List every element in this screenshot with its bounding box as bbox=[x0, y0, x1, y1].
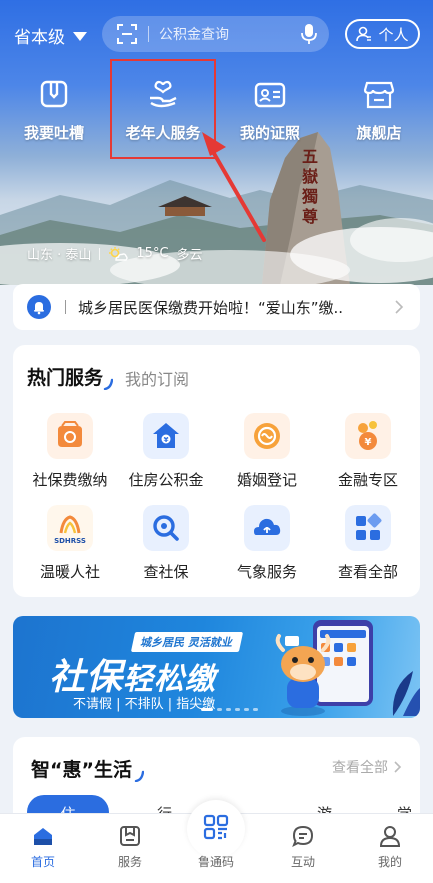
tab-label: 首页 bbox=[30, 855, 55, 869]
hero-banner: 五 嶽 獨 尊 省本级 公积金查询 个人 我要吐槽 老年人服务 我的证照 旗舰店… bbox=[0, 0, 433, 285]
swoosh-accent-icon bbox=[103, 378, 114, 390]
svg-text:¥: ¥ bbox=[164, 436, 169, 444]
service-label: 温暖人社 bbox=[39, 563, 100, 581]
svg-text:¥: ¥ bbox=[365, 437, 372, 448]
bottom-tab-bar: 首页 服务 鲁通码 互动 我的 bbox=[0, 800, 433, 883]
chevron-right-icon[interactable] bbox=[394, 300, 404, 314]
weather-service-icon bbox=[244, 505, 290, 551]
marriage-registration-icon bbox=[244, 413, 290, 459]
swoosh-accent-icon bbox=[134, 770, 144, 782]
weather-divider bbox=[99, 247, 101, 260]
hot-services-card: 热门服务 我的订阅 社保费缴纳 ¥ 住房公积金 婚姻登记 ¥ 金融专区 SDHR… bbox=[13, 345, 420, 597]
social-insurance-pay-icon bbox=[47, 413, 93, 459]
chevron-right-icon bbox=[394, 761, 402, 773]
weather-condition: 多云 bbox=[176, 248, 203, 263]
home-icon bbox=[34, 828, 52, 845]
smart-life-title: 智“惠”生活 bbox=[31, 755, 144, 782]
service-label: 查社保 bbox=[143, 563, 189, 581]
carousel-dot bbox=[217, 708, 222, 711]
profile-icon bbox=[379, 826, 401, 847]
promo-banner[interactable]: 城乡居民 灵活就业 社保轻松缴 不请假 | 不排队 | 指尖缴 bbox=[13, 616, 420, 718]
tab-home[interactable]: 首页 bbox=[13, 824, 73, 870]
announcement-bar[interactable]: 城乡居民医保缴费开始啦！“爱山东”缴.. bbox=[13, 284, 420, 330]
announcement-text[interactable]: 城乡居民医保缴费开始啦！“爱山东”缴.. bbox=[78, 297, 386, 318]
service-label: 婚姻登记 bbox=[236, 471, 297, 489]
weather-temperature: 15°C bbox=[136, 246, 169, 261]
lutong-code-button[interactable] bbox=[187, 800, 245, 858]
housing-fund-icon: ¥ bbox=[143, 413, 189, 459]
finance-icon: ¥ bbox=[345, 413, 391, 459]
tab-mine[interactable]: 我的 bbox=[360, 824, 420, 870]
notice-divider bbox=[65, 300, 66, 314]
carousel-dot-active bbox=[201, 708, 213, 711]
bell-icon bbox=[27, 295, 51, 319]
qr-code-icon bbox=[203, 814, 229, 840]
carousel-dot bbox=[253, 708, 258, 711]
tab-label: 鲁通码 bbox=[197, 855, 234, 869]
svg-text:SDHRSS: SDHRSS bbox=[54, 537, 86, 545]
view-all-label: 查看全部 bbox=[332, 760, 388, 776]
tab-interaction[interactable]: 互动 bbox=[273, 824, 333, 870]
tab-label: 互动 bbox=[290, 855, 315, 869]
bookmark-service-icon bbox=[120, 826, 140, 846]
smart-life-view-all[interactable]: 查看全部 bbox=[332, 757, 402, 777]
tab-hot-services[interactable]: 热门服务 bbox=[27, 363, 114, 390]
service-weather[interactable]: 气象服务 bbox=[216, 505, 318, 582]
service-check-social-insurance[interactable]: 查社保 bbox=[115, 505, 217, 582]
chat-bubble-icon bbox=[292, 825, 314, 848]
service-label: 气象服务 bbox=[236, 563, 297, 581]
tab-hot-services-label: 热门服务 bbox=[27, 367, 104, 389]
tab-my-subscriptions[interactable]: 我的订阅 bbox=[125, 366, 189, 390]
partly-cloudy-icon bbox=[109, 246, 129, 261]
tab-services[interactable]: 服务 bbox=[100, 824, 160, 870]
service-view-all[interactable]: 查看全部 bbox=[317, 505, 419, 582]
carousel-dot bbox=[244, 708, 249, 711]
banner-title-accent: 轻松缴 bbox=[123, 662, 217, 697]
smart-life-title-text: 智“惠”生活 bbox=[31, 759, 132, 781]
service-warm-hrss[interactable]: SDHRSS 温暖人社 bbox=[19, 505, 121, 582]
banner-title-main: 社保 bbox=[49, 657, 124, 698]
service-label: 金融专区 bbox=[337, 471, 398, 489]
carousel-indicator bbox=[201, 708, 258, 711]
weather-location: 山东 · 泰山 bbox=[27, 248, 92, 263]
all-services-icon bbox=[345, 505, 391, 551]
sdhrss-logo-icon: SDHRSS bbox=[47, 505, 93, 551]
service-label: 社保费缴纳 bbox=[32, 471, 108, 489]
tab-label: 我的 bbox=[377, 855, 402, 869]
service-social-insurance-pay[interactable]: 社保费缴纳 bbox=[19, 413, 121, 490]
carousel-dot bbox=[235, 708, 240, 711]
service-label: 查看全部 bbox=[337, 563, 398, 581]
services-tabs: 热门服务 我的订阅 bbox=[27, 363, 189, 390]
banner-subtitle: 不请假 | 不排队 | 指尖缴 bbox=[73, 697, 216, 712]
service-finance-zone[interactable]: ¥ 金融专区 bbox=[317, 413, 419, 490]
banner-mascot-illustration bbox=[275, 620, 420, 716]
service-label: 住房公积金 bbox=[128, 471, 204, 489]
carousel-dot bbox=[226, 708, 231, 711]
service-housing-fund[interactable]: ¥ 住房公积金 bbox=[115, 413, 217, 490]
annotation-arrow bbox=[202, 132, 266, 242]
tab-label: 服务 bbox=[117, 855, 142, 869]
service-marriage-registration[interactable]: 婚姻登记 bbox=[216, 413, 318, 490]
weather-widget[interactable]: 山东 · 泰山 15°C 多云 bbox=[27, 244, 203, 263]
social-insurance-search-icon bbox=[143, 505, 189, 551]
